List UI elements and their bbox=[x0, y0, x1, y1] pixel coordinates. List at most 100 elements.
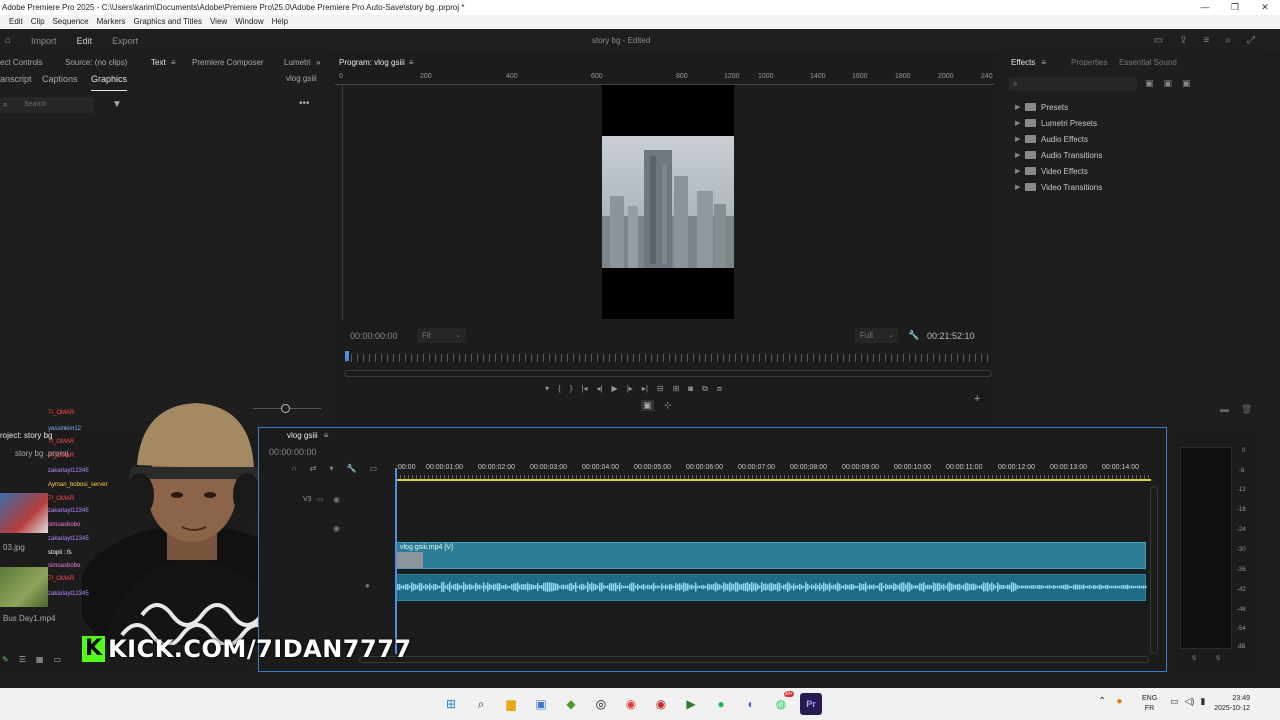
fullscreen-icon[interactable]: ⤢ bbox=[1247, 35, 1255, 46]
extract-icon[interactable]: ⊞ bbox=[673, 384, 680, 394]
microphone-icon[interactable]: ● bbox=[1116, 696, 1122, 707]
menu-view[interactable]: View bbox=[210, 15, 227, 29]
32bit-effects-icon[interactable]: ▣ bbox=[1164, 78, 1173, 89]
discord-icon[interactable]: ◐ bbox=[740, 693, 762, 715]
menu-markers[interactable]: Markers bbox=[97, 15, 126, 29]
clip-thumbnail-1[interactable] bbox=[0, 493, 48, 533]
spotify-icon[interactable]: ● bbox=[710, 693, 732, 715]
go-to-in-icon[interactable]: |◂ bbox=[581, 384, 587, 394]
monitor-menu-icon[interactable]: ≡ bbox=[409, 58, 414, 67]
program-monitor-title[interactable]: Program: vlog gsiii bbox=[339, 58, 405, 67]
add-button-icon[interactable]: + bbox=[974, 393, 980, 405]
lift-icon[interactable]: ⊟ bbox=[657, 384, 664, 394]
video-clip[interactable]: vlog gsiii.mp4 [V] bbox=[396, 542, 1146, 569]
volume-icon[interactable]: ◁) bbox=[1185, 696, 1195, 707]
folder-audio-effects[interactable]: ▶ Audio Effects bbox=[1015, 131, 1255, 147]
chevron-up-icon[interactable]: ⌃ bbox=[1098, 696, 1106, 707]
timeline-timecode[interactable]: 00:00:00:00 bbox=[269, 447, 317, 457]
chrome-icon[interactable]: ◉ bbox=[620, 693, 642, 715]
folder-video-effects[interactable]: ▶ Video Effects bbox=[1015, 163, 1255, 179]
play-icon[interactable]: ▶ bbox=[612, 384, 618, 394]
accelerated-effects-icon[interactable]: ▣ bbox=[1145, 78, 1154, 89]
search-icon[interactable]: ⌕ bbox=[470, 693, 492, 715]
zoom-scrollbar[interactable] bbox=[344, 370, 992, 377]
timeline-menu-icon[interactable]: ≡ bbox=[324, 431, 329, 440]
horizontal-scrollbar[interactable] bbox=[359, 656, 1149, 663]
mark-in-icon[interactable]: { bbox=[558, 384, 561, 394]
vr-icon[interactable]: ⧈ bbox=[717, 384, 722, 394]
folder-video-transitions[interactable]: ▶ Video Transitions bbox=[1015, 179, 1255, 195]
menu-help[interactable]: Help bbox=[272, 15, 288, 29]
playhead-marker[interactable] bbox=[345, 351, 349, 361]
tab-effect-controls[interactable]: ect Controls bbox=[0, 58, 43, 67]
menu-graphics-and-titles[interactable]: Graphics and Titles bbox=[134, 15, 202, 29]
step-forward-icon[interactable]: |▸ bbox=[627, 384, 633, 394]
track-v3-label[interactable]: V3 bbox=[303, 496, 312, 503]
timeline-playhead[interactable] bbox=[395, 468, 397, 654]
camera-icon[interactable]: ◙ bbox=[688, 384, 693, 394]
filter-icon[interactable]: ▼ bbox=[112, 99, 122, 110]
menu-sequence[interactable]: Sequence bbox=[53, 15, 89, 29]
folder-audio-transitions[interactable]: ▶ Audio Transitions bbox=[1015, 147, 1255, 163]
sync-lock-icon[interactable]: ▭ bbox=[317, 495, 324, 503]
folder-presets[interactable]: ▶ Presets bbox=[1015, 99, 1255, 115]
folder-lumetri-presets[interactable]: ▶ Lumetri Presets bbox=[1015, 115, 1255, 131]
close-button[interactable]: ✕ bbox=[1250, 0, 1280, 15]
eye-icon[interactable]: ◉ bbox=[333, 524, 340, 533]
file-explorer-icon[interactable]: ▆ bbox=[500, 693, 522, 715]
menu-icon[interactable]: ≡ bbox=[1204, 35, 1210, 46]
menu-clip[interactable]: Clip bbox=[31, 15, 45, 29]
panel-icon[interactable]: ▭ bbox=[1154, 35, 1163, 46]
project-panel-title[interactable]: roject: story bg bbox=[0, 431, 52, 440]
audio-clip[interactable] bbox=[396, 574, 1147, 601]
battery-icon[interactable]: ▮ bbox=[1200, 696, 1205, 707]
icon-view-icon[interactable]: ▦ bbox=[36, 655, 44, 664]
fit-dropdown[interactable]: Fit ⌄ bbox=[417, 328, 466, 343]
yuv-effects-icon[interactable]: ▣ bbox=[1182, 78, 1191, 89]
windows-start-icon[interactable]: ⊞ bbox=[440, 693, 462, 715]
tab-lumetri[interactable]: Lumetri bbox=[284, 58, 311, 67]
monitor-scrubber[interactable] bbox=[345, 354, 989, 362]
minimize-button[interactable]: — bbox=[1190, 0, 1220, 15]
share-icon[interactable]: ⇪ bbox=[1179, 35, 1187, 46]
captions-icon[interactable]: ▭ bbox=[369, 464, 377, 473]
step-back-icon[interactable]: ◂| bbox=[596, 384, 602, 394]
media-player-icon[interactable]: ▶ bbox=[680, 693, 702, 715]
whatsapp-icon[interactable]: ◍ 99+ bbox=[770, 691, 794, 715]
effects-menu-icon[interactable]: ≡ bbox=[1041, 58, 1046, 67]
app-icon[interactable]: ◆ bbox=[560, 693, 582, 715]
search-input[interactable]: Search bbox=[24, 101, 46, 108]
menu-window[interactable]: Window bbox=[235, 15, 263, 29]
more-tabs-icon[interactable]: » bbox=[316, 58, 320, 67]
tab-transcript[interactable]: anscript bbox=[0, 74, 32, 84]
linked-selection-icon[interactable]: ⇄ bbox=[310, 464, 317, 473]
pencil-icon[interactable]: ✎ bbox=[2, 655, 9, 664]
tab-essential-sound[interactable]: Essential Sound bbox=[1119, 58, 1177, 67]
add-marker-icon[interactable]: ▾ bbox=[329, 464, 333, 473]
list-view-icon[interactable]: ☰ bbox=[19, 655, 26, 664]
playhead-timecode[interactable]: 00:00:00:00 bbox=[350, 331, 398, 341]
tab-effects[interactable]: Effects bbox=[1011, 58, 1035, 67]
home-icon[interactable]: ⌂ bbox=[5, 35, 11, 46]
safe-margins-icon[interactable]: ▣ bbox=[641, 400, 654, 411]
search-icon[interactable]: ⌕ bbox=[1225, 35, 1231, 46]
tab-menu-icon[interactable]: ≡ bbox=[171, 58, 176, 67]
graphics-search-field[interactable]: ⌕ Search bbox=[0, 97, 94, 113]
delete-icon[interactable]: 🗑 bbox=[1241, 404, 1252, 415]
tab-properties[interactable]: Properties bbox=[1071, 58, 1107, 67]
freeform-view-icon[interactable]: ▭ bbox=[53, 655, 61, 664]
tab-premiere-composer[interactable]: Premiere Composer bbox=[192, 58, 264, 67]
more-options-icon[interactable]: ••• bbox=[299, 98, 310, 109]
vertical-scrollbar[interactable] bbox=[1150, 486, 1158, 654]
tab-source[interactable]: Source: (no clips) bbox=[65, 58, 127, 67]
mark-out-icon[interactable]: } bbox=[570, 384, 573, 394]
chrome-icon[interactable]: ◉ bbox=[650, 693, 672, 715]
language-indicator[interactable]: ENG bbox=[1142, 694, 1157, 704]
effects-search-field[interactable]: ⌕ bbox=[1009, 77, 1137, 91]
store-icon[interactable]: ▣ bbox=[530, 693, 552, 715]
settings-icon[interactable]: ⊹ bbox=[664, 400, 672, 411]
eye-icon[interactable]: ◉ bbox=[333, 495, 340, 504]
tab-graphics[interactable]: Graphics bbox=[91, 74, 128, 91]
edit-tab[interactable]: Edit bbox=[77, 36, 93, 46]
work-area-bar[interactable] bbox=[396, 479, 1151, 481]
